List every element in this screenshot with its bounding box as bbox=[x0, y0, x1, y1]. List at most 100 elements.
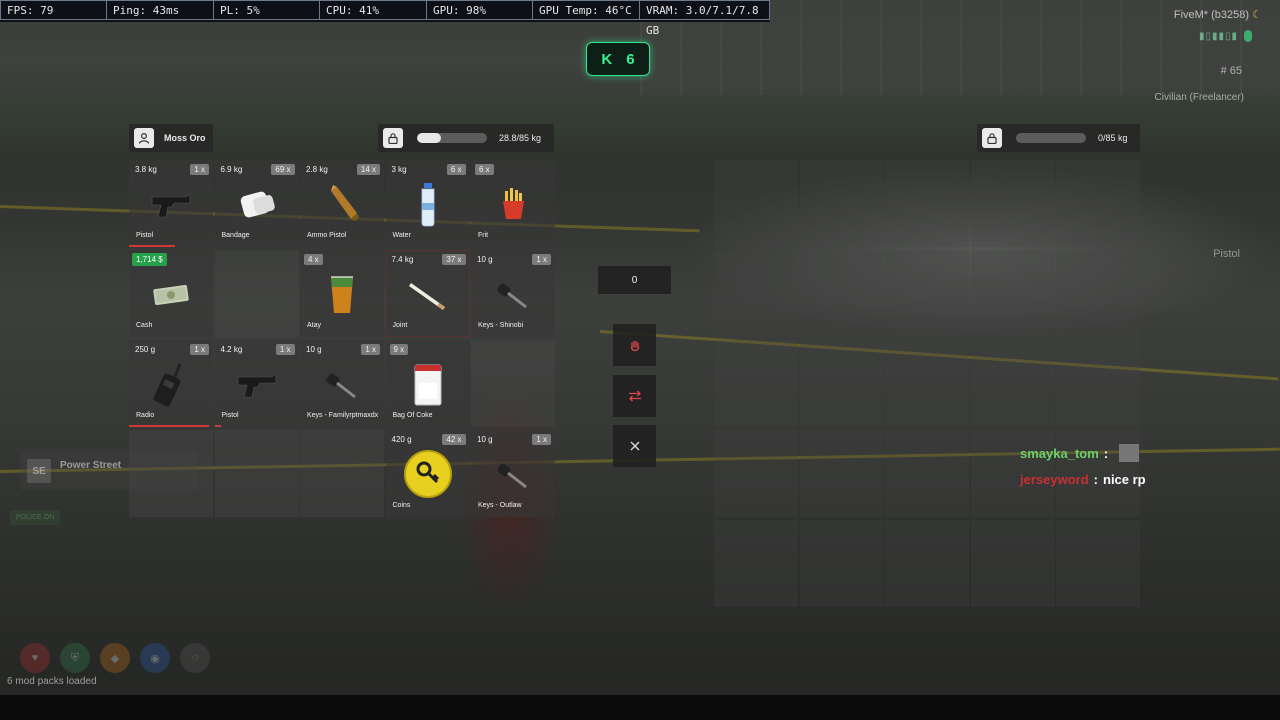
inventory-slot[interactable]: 4 x Atay bbox=[300, 250, 384, 337]
owner-name: Moss Oro bbox=[164, 133, 206, 143]
amount-input[interactable]: 0 bbox=[598, 266, 671, 294]
empty-slot[interactable] bbox=[799, 520, 884, 607]
item-name: Pistol bbox=[136, 232, 154, 239]
mods-loaded-text: 6 mod packs loaded bbox=[7, 676, 97, 687]
inventory-slot[interactable]: 1,714 $ Cash bbox=[129, 250, 213, 337]
cash-icon bbox=[146, 269, 196, 319]
other-inventory-grid bbox=[714, 160, 1140, 607]
inventory-slot[interactable]: 2.8 kg 14 x Ammo Pistol bbox=[300, 160, 384, 247]
empty-slot[interactable] bbox=[799, 250, 884, 337]
coin-key-icon bbox=[403, 449, 453, 499]
moon-icon: ☾ bbox=[1252, 9, 1262, 21]
k-letter: K bbox=[601, 50, 613, 68]
voice-indicator: ▮▯▮▮▯▮ bbox=[1199, 30, 1252, 42]
pistol-icon bbox=[232, 359, 282, 409]
baggie-icon bbox=[403, 359, 453, 409]
inventory-slot[interactable]: 7.4 kg 37 x Joint bbox=[385, 250, 470, 337]
compass-direction: SE bbox=[27, 459, 51, 483]
ammo-icon bbox=[317, 179, 367, 229]
inventory-slot[interactable]: 3.8 kg 1 x Pistol bbox=[129, 160, 213, 247]
gpu-temp-stat: GPU Temp: 46°C bbox=[533, 0, 640, 20]
empty-slot[interactable] bbox=[471, 340, 555, 427]
empty-slot[interactable] bbox=[714, 160, 798, 247]
give-button[interactable] bbox=[613, 375, 656, 417]
item-name: Coins bbox=[392, 502, 411, 509]
empty-slot[interactable] bbox=[799, 430, 884, 517]
chat-line: jerseyword : nice rp bbox=[1020, 466, 1146, 492]
chat-image-icon bbox=[1119, 444, 1140, 462]
pistol-icon bbox=[146, 179, 196, 229]
item-weight: 10 g bbox=[306, 345, 322, 354]
empty-slot[interactable] bbox=[885, 520, 969, 607]
empty-slot[interactable] bbox=[885, 250, 969, 337]
empty-slot[interactable] bbox=[970, 250, 1055, 337]
item-quantity: 69 x bbox=[271, 164, 295, 175]
joint-icon bbox=[403, 269, 453, 319]
empty-slot[interactable] bbox=[1056, 340, 1140, 427]
server-name: FiveM* (b3258) bbox=[1173, 9, 1250, 21]
inventory-slot[interactable]: 420 g 42 x Coins bbox=[385, 430, 470, 517]
empty-slot[interactable] bbox=[714, 520, 798, 607]
empty-slot[interactable] bbox=[1056, 160, 1140, 247]
tea-glass-icon bbox=[317, 269, 367, 319]
inventory-slot[interactable]: 6.9 kg 69 x Bandage bbox=[214, 160, 299, 247]
item-name: Bag Of Coke bbox=[392, 412, 433, 419]
inventory-slot[interactable]: 10 g 1 x Keys - Familyrptmaxdx bbox=[300, 340, 384, 427]
item-weight: 10 g bbox=[477, 255, 493, 264]
chat-message: nice rp bbox=[1103, 471, 1146, 487]
inventory-slot[interactable]: 6 x Frit bbox=[471, 160, 555, 247]
inventory-slot[interactable]: 3 kg 6 x Water bbox=[385, 160, 470, 247]
stamina-icon: ◌ bbox=[180, 643, 210, 673]
empty-slot[interactable] bbox=[970, 520, 1055, 607]
car-key-icon bbox=[488, 269, 538, 319]
item-quantity: 6 x bbox=[475, 164, 494, 175]
inventory-slot[interactable]: 250 g 1 x Radio bbox=[129, 340, 213, 427]
inventory-slot[interactable]: 10 g 1 x Keys - Shinobi bbox=[471, 250, 555, 337]
car-key-icon bbox=[317, 359, 367, 409]
chat-author: jerseyword bbox=[1020, 471, 1089, 487]
close-button[interactable] bbox=[613, 425, 656, 467]
empty-slot[interactable] bbox=[714, 430, 798, 517]
empty-slot[interactable] bbox=[1056, 520, 1140, 607]
use-button[interactable] bbox=[613, 324, 656, 366]
empty-slot[interactable] bbox=[214, 430, 299, 517]
item-weight: 420 g bbox=[391, 435, 412, 444]
empty-slot[interactable] bbox=[1056, 250, 1140, 337]
player-weight-text: 28.8/85 kg bbox=[499, 133, 542, 143]
empty-slot[interactable] bbox=[714, 340, 798, 427]
chat-feed: smayka_tom : jerseyword : nice rp bbox=[1020, 440, 1146, 492]
item-name: Atay bbox=[307, 322, 322, 329]
empty-slot[interactable] bbox=[214, 250, 299, 337]
item-name: Joint bbox=[392, 322, 408, 329]
street-name: Power Street bbox=[60, 460, 122, 471]
item-quantity: 1 x bbox=[190, 344, 209, 355]
vram-stat: VRAM: 3.0/7.1/7.8 GB bbox=[640, 0, 770, 37]
k-value: 6 bbox=[626, 50, 635, 68]
empty-slot[interactable] bbox=[970, 160, 1055, 247]
empty-slot[interactable] bbox=[799, 160, 884, 247]
fps-stat: FPS: 79 bbox=[0, 0, 107, 20]
empty-slot[interactable] bbox=[970, 340, 1055, 427]
use-hand-icon bbox=[630, 340, 639, 352]
car-key-icon bbox=[488, 449, 538, 499]
inventory-slot[interactable]: 4.2 kg 1 x Pistol bbox=[214, 340, 299, 427]
empty-slot[interactable] bbox=[300, 430, 384, 517]
hunger-icon: ◆ bbox=[100, 643, 130, 673]
item-name: Ammo Pistol bbox=[307, 232, 347, 239]
item-name: Water bbox=[392, 232, 411, 239]
empty-slot[interactable] bbox=[885, 340, 969, 427]
performance-overlay: FPS: 79 Ping: 43ms PL: 5% CPU: 41% GPU: … bbox=[0, 0, 770, 37]
empty-slot[interactable] bbox=[799, 340, 884, 427]
water-bottle-icon bbox=[403, 179, 453, 229]
item-quantity: 1 x bbox=[361, 344, 380, 355]
inventory-slot[interactable]: 9 x Bag Of Coke bbox=[385, 340, 470, 427]
item-quantity: 1 x bbox=[275, 344, 295, 355]
job-label: Civilian (Freelancer) bbox=[1154, 92, 1244, 103]
empty-slot[interactable] bbox=[885, 160, 969, 247]
empty-slot[interactable] bbox=[714, 250, 798, 337]
item-name: Pistol bbox=[221, 412, 239, 419]
inventory-slot[interactable]: 10 g 1 x Keys - Outlaw bbox=[471, 430, 555, 517]
empty-slot[interactable] bbox=[885, 430, 969, 517]
item-quantity: 37 x bbox=[442, 254, 466, 265]
player-id: # 65 bbox=[1220, 65, 1242, 77]
